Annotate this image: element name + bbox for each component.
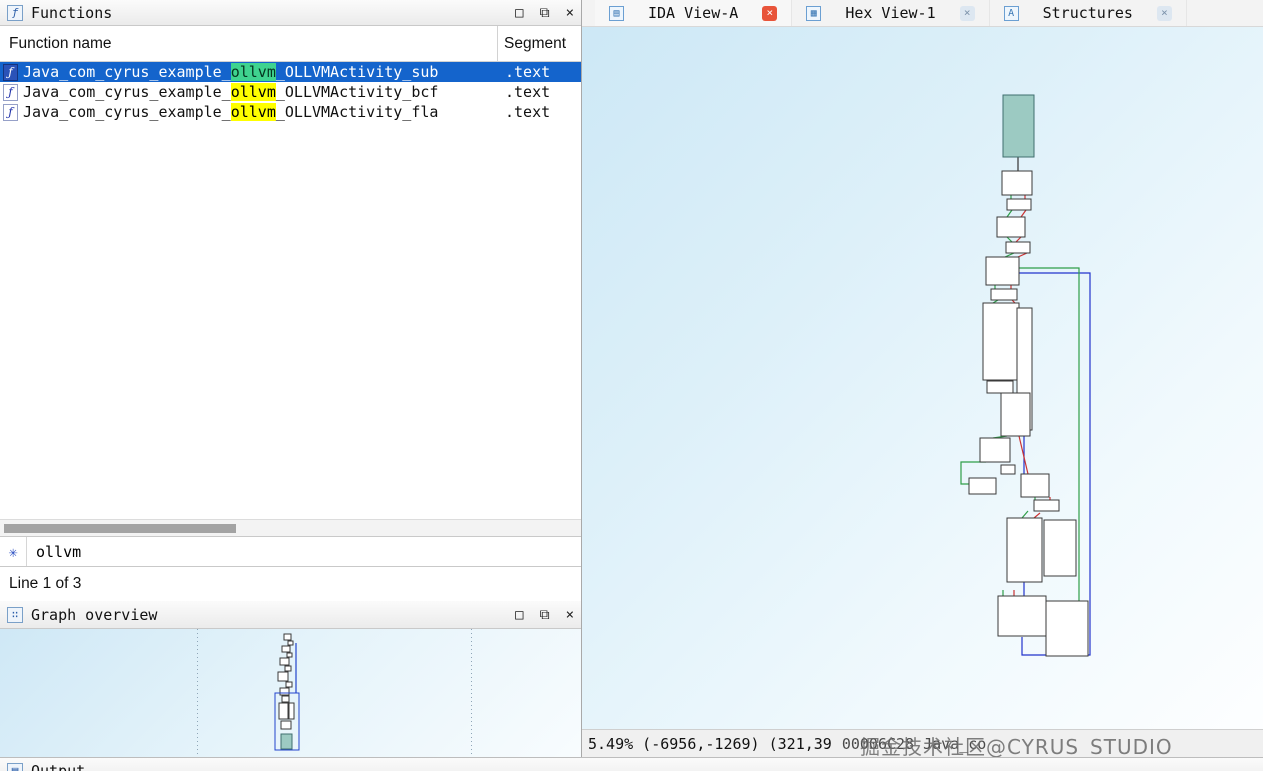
column-segment[interactable]: Segment xyxy=(497,26,581,61)
functions-titlebar[interactable]: ƒ Functions □ ⧉ × xyxy=(0,0,581,26)
status-address-text: 00006C28 Java_co xyxy=(842,735,987,753)
float-button[interactable]: ⧉ xyxy=(540,5,550,21)
output-title: Output xyxy=(31,762,85,771)
function-segment: .text xyxy=(497,83,581,101)
graph-view[interactable] xyxy=(582,27,1263,729)
float-button[interactable]: ⧉ xyxy=(540,607,550,623)
tab-label: IDA View-A xyxy=(648,4,738,22)
close-button[interactable]: × xyxy=(566,5,574,21)
graph-overview-minimap[interactable] xyxy=(268,631,308,753)
tab-label: Hex View-1 xyxy=(845,4,935,22)
tab-close-icon[interactable]: × xyxy=(1157,6,1172,21)
graph-overview-title: Graph overview xyxy=(31,606,157,624)
close-button[interactable]: × xyxy=(566,607,574,623)
function-name: Java_com_cyrus_example_ollvm_OLLVMActivi… xyxy=(23,103,497,121)
graph-overview-icon: ∷ xyxy=(7,607,23,623)
horizontal-scrollbar[interactable] xyxy=(0,519,581,536)
maximize-button[interactable]: □ xyxy=(515,5,523,21)
function-icon: ƒ xyxy=(3,64,18,81)
search-highlight: ollvm xyxy=(231,63,276,81)
functions-window: ƒ Functions □ ⧉ × Function name Segment … xyxy=(0,0,581,537)
function-segment: .text xyxy=(497,63,581,81)
left-pane: ƒ Functions □ ⧉ × Function name Segment … xyxy=(0,0,582,757)
view-tab-bar: ▤ IDA View-A × ▦ Hex View-1 × A Structur… xyxy=(582,0,1263,27)
functions-window-buttons: □ ⧉ × xyxy=(515,5,574,21)
ida-view-icon: ▤ xyxy=(609,6,624,21)
function-row[interactable]: ƒ Java_com_cyrus_example_ollvm_OLLVMActi… xyxy=(0,82,581,102)
maximize-button[interactable]: □ xyxy=(515,607,523,623)
control-flow-graph[interactable] xyxy=(582,27,1263,729)
function-name: Java_com_cyrus_example_ollvm_OLLVMActivi… xyxy=(23,63,497,81)
tab-hex-view-1[interactable]: ▦ Hex View-1 × xyxy=(792,0,989,26)
page-boundary-dotted-line xyxy=(471,629,472,757)
filter-icon[interactable]: ✳ xyxy=(0,543,26,561)
search-highlight: ollvm xyxy=(231,103,276,121)
structures-icon: A xyxy=(1004,6,1019,21)
tab-structures[interactable]: A Structures × xyxy=(990,0,1187,26)
function-list-header: Function name Segment xyxy=(0,26,581,62)
scrollbar-thumb[interactable] xyxy=(4,524,236,533)
ida-window: ƒ Functions □ ⧉ × Function name Segment … xyxy=(0,0,1263,771)
filter-input[interactable] xyxy=(26,537,581,566)
function-row[interactable]: ƒ Java_com_cyrus_example_ollvm_OLLVMActi… xyxy=(0,62,581,82)
right-pane: ▤ IDA View-A × ▦ Hex View-1 × A Structur… xyxy=(582,0,1263,757)
status-text: 5.49% (-6956,-1269) (321,39 xyxy=(588,735,832,753)
filter-row: ✳ xyxy=(0,537,581,567)
line-status: Line 1 of 3 xyxy=(0,567,581,601)
hex-view-icon: ▦ xyxy=(806,6,821,21)
functions-title: Functions xyxy=(31,4,112,22)
column-function-name[interactable]: Function name xyxy=(0,26,497,61)
function-row[interactable]: ƒ Java_com_cyrus_example_ollvm_OLLVMActi… xyxy=(0,102,581,122)
output-icon: ▤ xyxy=(7,763,23,771)
search-highlight: ollvm xyxy=(231,83,276,101)
functions-icon: ƒ xyxy=(7,5,23,21)
page-boundary-dotted-line xyxy=(197,629,198,757)
output-window-titlebar[interactable]: ▤ Output xyxy=(0,757,1263,771)
function-segment: .text xyxy=(497,103,581,121)
tab-ida-view-a[interactable]: ▤ IDA View-A × xyxy=(595,0,792,26)
graph-overview-canvas[interactable] xyxy=(0,629,581,757)
function-icon: ƒ xyxy=(3,84,18,101)
graph-overview-window-buttons: □ ⧉ × xyxy=(515,607,574,623)
function-list: ƒ Java_com_cyrus_example_ollvm_OLLVMActi… xyxy=(0,62,581,519)
graph-overview-titlebar[interactable]: ∷ Graph overview □ ⧉ × xyxy=(0,601,581,629)
function-name: Java_com_cyrus_example_ollvm_OLLVMActivi… xyxy=(23,83,497,101)
tab-close-icon[interactable]: × xyxy=(960,6,975,21)
tab-close-icon[interactable]: × xyxy=(762,6,777,21)
status-bar: 5.49% (-6956,-1269) (321,39 00006C28 Jav… xyxy=(582,729,1263,757)
function-icon: ƒ xyxy=(3,104,18,121)
tab-label: Structures xyxy=(1043,4,1133,22)
